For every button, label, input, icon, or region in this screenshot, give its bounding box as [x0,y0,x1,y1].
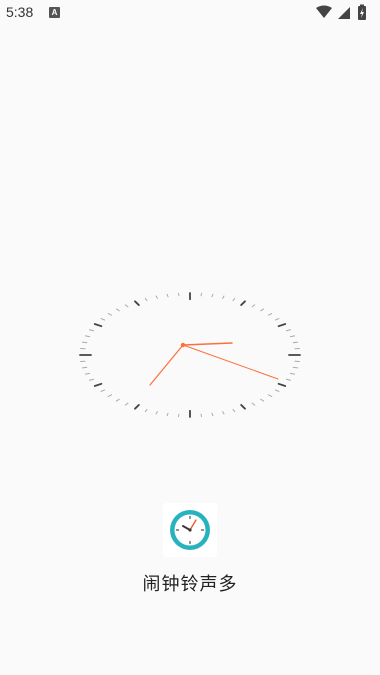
battery-charging-icon [358,4,366,20]
clock-tick [144,408,148,413]
app-name: 闹钟铃声多 [142,574,238,595]
clock-tick [124,304,129,308]
clock-tick [115,308,120,312]
clock-tick [100,318,106,321]
clock-tick [84,372,91,375]
clock-center [180,342,186,348]
clock-tick [89,378,95,381]
clock-tick [274,318,280,321]
clock-tick [222,411,225,415]
clock-tick [222,295,225,299]
signal-icon [338,7,350,19]
android-a-icon: A [49,7,60,18]
clock-tick [166,412,169,417]
clock-hand-minute [149,344,184,386]
clock-tick [211,412,214,417]
analog-clock-icon [79,292,301,418]
clock-tick [240,300,246,306]
status-bar: 5:38 A [0,0,380,26]
clock-tick [289,335,296,338]
clock-tick [89,329,95,332]
status-icons [316,4,366,20]
clock-tick [155,295,158,299]
clock-tick [289,372,296,375]
clock-hand-second [182,344,279,380]
clock-tick [107,394,113,397]
alarm-clock-app-icon [163,503,217,557]
clock-tick [134,300,140,306]
clock-tick [93,323,103,328]
clock-tick [144,297,148,302]
clock-tick [134,404,140,410]
clock-tick [267,394,273,397]
clock-tick [155,411,158,415]
clock-tick [84,335,91,338]
clock-tick [124,402,129,406]
clock-tick [274,389,280,392]
clock-tick [211,293,214,298]
clock-ticks [79,292,301,418]
clock-tick [292,366,299,369]
clock-tick [260,308,265,312]
clock-tick [107,313,113,316]
clock-tick [100,389,106,392]
clock-tick [260,398,265,402]
clock-tick [251,402,256,406]
clock-tick [166,293,169,298]
clock-tick [251,304,256,308]
clock-tick [285,378,291,381]
clock-tick [292,341,299,344]
clock-tick [285,329,291,332]
clock-tick [115,398,120,402]
clock-tick [277,382,287,387]
clock-tick [277,323,287,328]
clock-tick [93,382,103,387]
clock-tick [232,408,236,413]
clock-tick [240,404,246,410]
wifi-icon [316,5,332,18]
clock-tick [81,341,88,344]
clock-tick [267,313,273,316]
status-time: 5:38 [6,4,34,20]
clock-tick [81,366,88,369]
clock-tick [232,297,236,302]
clock-hand-hour [182,342,233,346]
